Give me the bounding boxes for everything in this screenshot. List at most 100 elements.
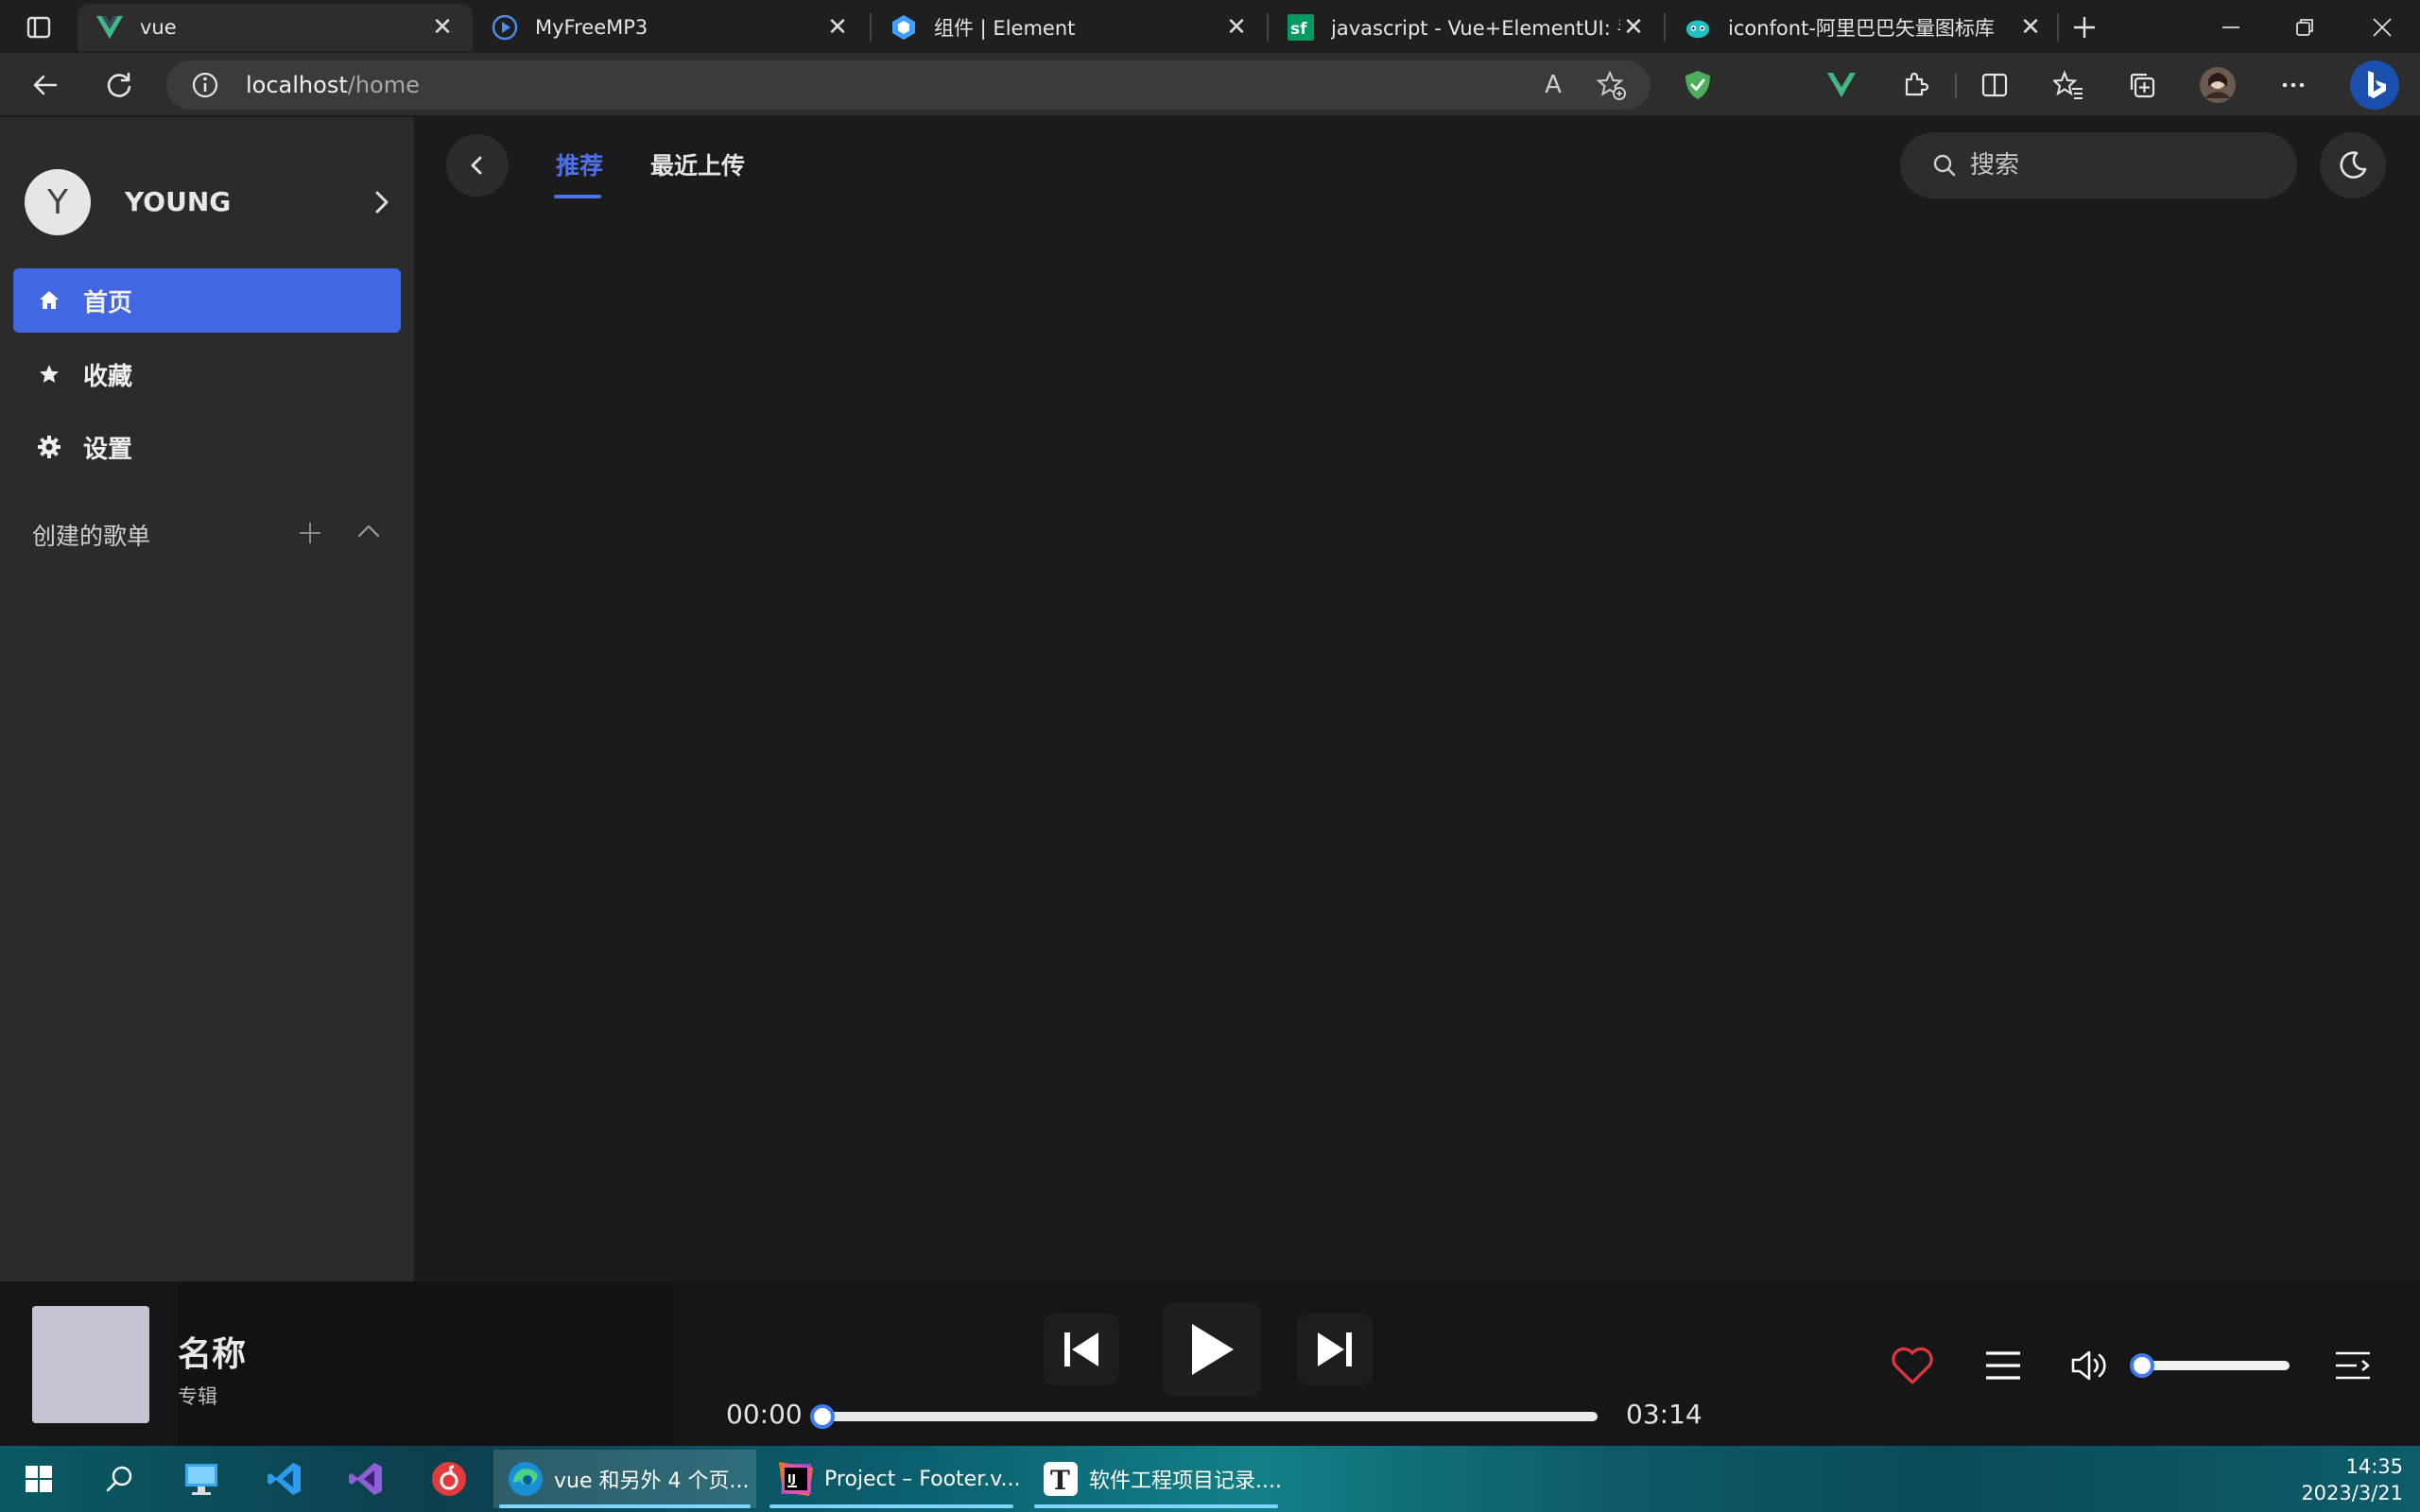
progress-handle[interactable] <box>810 1404 835 1429</box>
star-icon <box>36 361 62 387</box>
close-window-icon[interactable] <box>2363 13 2401 42</box>
chevron-left-icon <box>471 156 482 175</box>
new-tab-icon[interactable] <box>2066 9 2102 45</box>
taskbar-app-typora[interactable]: T 软件工程项目记录.... <box>1028 1450 1284 1508</box>
tab-actions-icon[interactable] <box>23 11 55 43</box>
collections-icon[interactable] <box>2121 64 2163 106</box>
avatar[interactable]: Y <box>25 169 91 235</box>
back-button[interactable] <box>446 134 509 197</box>
system-clock[interactable]: 14:35 2023/3/21 <box>2301 1453 2403 1506</box>
vscode-icon[interactable] <box>263 1457 306 1501</box>
browser-tab-bar: vue ✕ MyFreeMP3 ✕ 组件 | Element ✕ sf java… <box>0 0 2420 53</box>
favorites-icon[interactable] <box>2048 64 2089 106</box>
profile-avatar[interactable] <box>2197 64 2238 106</box>
username[interactable]: YOUNG <box>125 186 231 217</box>
read-aloud-label: A <box>1545 71 1562 99</box>
url-path: /home <box>347 72 420 98</box>
restore-window-icon[interactable] <box>2286 13 2324 42</box>
clock-date: 2023/3/21 <box>2301 1482 2403 1504</box>
search-icon <box>1932 153 1957 178</box>
typora-icon: T <box>1042 1460 1080 1498</box>
sidebar-item-label: 收藏 <box>83 362 133 391</box>
active-app-indicator <box>499 1504 751 1508</box>
back-arrow-icon[interactable] <box>25 64 66 106</box>
sidebar-item-label: 首页 <box>83 288 133 318</box>
close-tab-icon[interactable]: ✕ <box>429 13 456 42</box>
netease-music-icon[interactable] <box>427 1457 471 1501</box>
iconfont-logo-icon <box>1685 14 1711 41</box>
desktop-icon[interactable] <box>180 1457 223 1501</box>
volume-slider[interactable] <box>2142 1361 2290 1370</box>
tab-recommended[interactable]: 推荐 <box>556 147 603 181</box>
taskbar-app-webstorm[interactable]: IJ Project – Footer.v... <box>764 1450 1021 1508</box>
add-favorite-icon[interactable] <box>1596 70 1628 102</box>
split-screen-icon[interactable] <box>1974 64 2015 106</box>
skip-previous-icon <box>1064 1332 1098 1366</box>
read-aloud-icon[interactable]: A <box>1537 70 1569 100</box>
browser-tab-vue[interactable]: vue ✕ <box>78 4 473 51</box>
list-icon <box>1986 1351 2020 1380</box>
edge-icon <box>507 1460 544 1498</box>
next-track-button[interactable] <box>1297 1314 1373 1385</box>
play-queue-button[interactable] <box>2329 1342 2377 1389</box>
refresh-icon[interactable] <box>98 64 140 106</box>
tab-title: MyFreeMP3 <box>535 16 648 39</box>
windows-taskbar: vue 和另外 4 个页... IJ Project – Footer.v...… <box>0 1446 2420 1512</box>
running-app-indicator <box>769 1504 1013 1508</box>
sidebar-item-favorites[interactable]: 收藏 <box>13 342 401 406</box>
search-input[interactable] <box>1970 151 2254 180</box>
element-logo-icon <box>890 14 917 41</box>
segmentfault-logo-icon: sf <box>1288 14 1314 41</box>
visual-studio-icon[interactable] <box>344 1457 388 1501</box>
taskbar-app-label: vue 和另外 4 个页... <box>554 1469 750 1493</box>
address-bar[interactable]: localhost/home A <box>166 60 1651 110</box>
chevron-right-icon[interactable] <box>369 189 395 219</box>
like-button[interactable] <box>1889 1342 1936 1389</box>
browser-tab-myfreemp3[interactable]: MyFreeMP3 ✕ <box>473 4 868 51</box>
close-tab-icon[interactable]: ✕ <box>1223 13 1250 42</box>
playlist-menu-button[interactable] <box>1979 1342 2027 1389</box>
chevron-up-icon[interactable] <box>354 518 384 548</box>
close-tab-icon[interactable]: ✕ <box>824 13 851 42</box>
minimize-window-icon[interactable] <box>2212 13 2250 42</box>
tab-title: javascript - Vue+ElementUI: 手把 <box>1331 17 1620 40</box>
song-title[interactable]: 名称 <box>178 1327 246 1376</box>
extensions-icon[interactable] <box>1894 64 1936 106</box>
browser-tab-segmentfault[interactable]: sf javascript - Vue+ElementUI: 手把 ✕ <box>1269 4 1664 51</box>
more-options-icon[interactable] <box>2273 64 2314 106</box>
browser-toolbar: localhost/home A <box>0 53 2420 117</box>
theme-toggle-button[interactable] <box>2320 132 2386 198</box>
tab-recent-uploads[interactable]: 最近上传 <box>650 147 745 181</box>
play-button[interactable] <box>1163 1302 1261 1397</box>
svg-text:T: T <box>1050 1465 1070 1496</box>
song-album[interactable]: 专辑 <box>178 1382 217 1410</box>
vue-devtools-extension-icon[interactable] <box>1821 64 1862 106</box>
sidebar-item-home[interactable]: 首页 <box>13 268 401 333</box>
bing-copilot-icon[interactable] <box>2348 59 2401 112</box>
sidebar-item-settings[interactable]: 设置 <box>13 415 401 479</box>
browser-tab-element[interactable]: 组件 | Element ✕ <box>872 4 1267 51</box>
close-tab-icon[interactable]: ✕ <box>2017 13 2044 42</box>
progress-bar[interactable] <box>822 1412 1598 1421</box>
windows-start-icon[interactable] <box>17 1457 60 1501</box>
browser-tab-iconfont[interactable]: iconfont-阿里巴巴矢量图标库 ✕ <box>1666 4 2061 51</box>
add-playlist-icon[interactable] <box>295 518 325 548</box>
site-info-icon[interactable] <box>191 71 219 99</box>
album-cover[interactable] <box>32 1306 149 1423</box>
volume-button[interactable] <box>2066 1342 2114 1389</box>
sidebar: Y YOUNG 首页 收藏 设置 创建的歌单 <box>0 117 414 1281</box>
adguard-extension-icon[interactable] <box>1677 64 1719 106</box>
search-box[interactable] <box>1900 132 2297 198</box>
taskbar-app-edge[interactable]: vue 和另外 4 个页... <box>493 1450 756 1508</box>
close-tab-icon[interactable]: ✕ <box>1620 13 1647 42</box>
volume-handle[interactable] <box>2130 1353 2154 1378</box>
active-tab-indicator <box>554 195 601 198</box>
svg-text:IJ: IJ <box>787 1472 796 1486</box>
search-icon[interactable] <box>98 1457 142 1501</box>
current-time: 00:00 <box>726 1399 803 1430</box>
tab-title: iconfont-阿里巴巴矢量图标库 <box>1728 17 1995 40</box>
tab-title: vue <box>140 16 177 39</box>
previous-track-button[interactable] <box>1044 1314 1119 1385</box>
queue-icon <box>2336 1351 2370 1380</box>
main-content: 推荐 最近上传 <box>414 117 2420 1281</box>
